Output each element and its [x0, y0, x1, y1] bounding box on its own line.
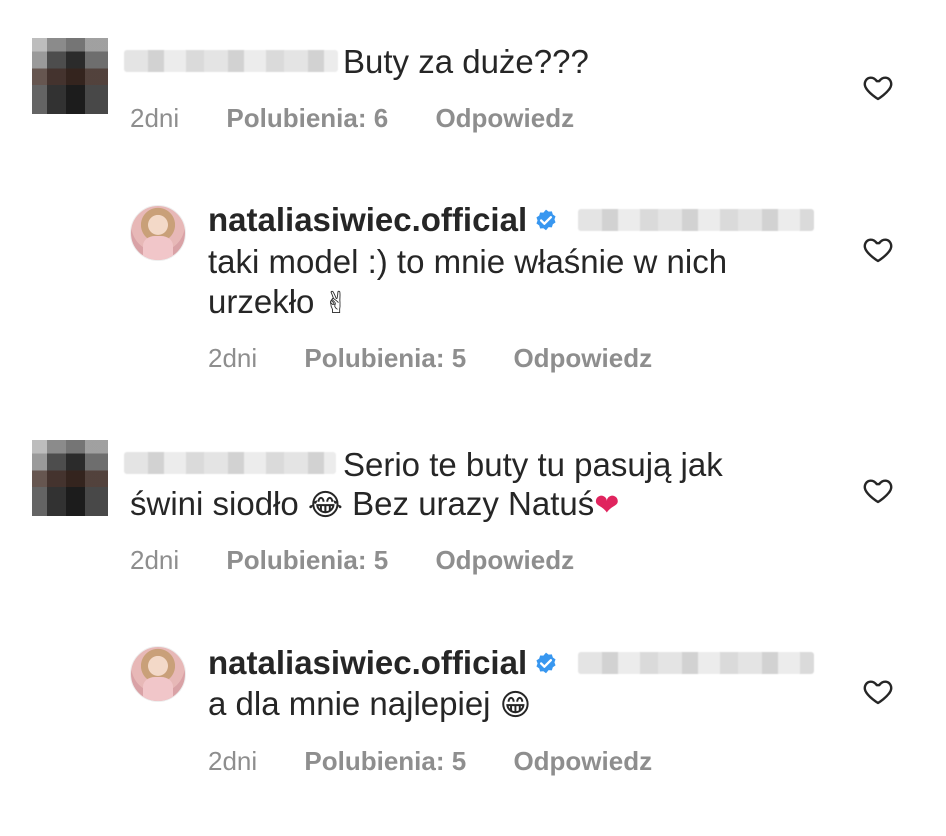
grinning-face-icon: 😁	[499, 688, 531, 723]
comment-text-line-1: taki model :) to mnie właśnie w nich	[208, 243, 728, 280]
avatar[interactable]	[32, 38, 108, 114]
likes-count-link[interactable]: Polubienia: 5	[304, 343, 466, 373]
username-link[interactable]: nataliasiwiec.official	[208, 201, 527, 238]
mention-redacted[interactable]	[578, 652, 814, 674]
comment-text-line-1: Serio te buty tu pasują jak	[343, 446, 723, 483]
username-link[interactable]: nataliasiwiec.official	[208, 644, 527, 681]
comment-header: nataliasiwiec.official	[208, 643, 559, 683]
heart-icon[interactable]	[861, 675, 895, 707]
verified-badge-icon	[536, 652, 556, 674]
reply-button[interactable]: Odpowiedz	[513, 343, 652, 373]
reply-button[interactable]: Odpowiedz	[435, 545, 574, 575]
comment-header: nataliasiwiec.official	[208, 200, 559, 240]
comment-text: Buty za duże???	[343, 43, 589, 80]
likes-count-link[interactable]: Polubienia: 5	[304, 746, 466, 776]
tears-of-joy-icon: 😂	[307, 488, 343, 523]
username-redacted[interactable]	[124, 50, 338, 72]
comment-meta: 2dni Polubienia: 5 Odpowiedz	[208, 343, 692, 374]
username-redacted[interactable]	[124, 452, 336, 474]
avatar[interactable]	[32, 440, 108, 516]
mention-redacted[interactable]	[578, 209, 814, 231]
comment-meta: 2dni Polubienia: 5 Odpowiedz	[130, 545, 614, 576]
reply-button[interactable]: Odpowiedz	[513, 746, 652, 776]
avatar[interactable]	[130, 205, 186, 261]
heart-icon[interactable]	[861, 474, 895, 506]
heart-icon[interactable]	[861, 71, 895, 103]
comment-time: 2dni	[208, 746, 258, 776]
comment-text-line-1: a dla mnie najlepiej 😁	[208, 684, 531, 726]
avatar[interactable]	[130, 646, 186, 702]
comment-text: urzekło	[208, 283, 315, 320]
comment-text: Bez urazy Natuś	[352, 485, 595, 522]
likes-count-link[interactable]: Polubienia: 6	[226, 103, 388, 133]
comment-text: świni siodło	[130, 485, 299, 522]
comment-time: 2dni	[130, 103, 180, 133]
victory-hand-icon: ✌	[323, 286, 349, 321]
red-heart-icon: ❤	[594, 488, 620, 523]
comment-time: 2dni	[130, 545, 180, 575]
comment-meta: 2dni Polubienia: 6 Odpowiedz	[130, 103, 614, 134]
comment-text-line-2: urzekło ✌	[208, 282, 349, 324]
reply-button[interactable]: Odpowiedz	[435, 103, 574, 133]
verified-badge-icon	[536, 209, 556, 231]
heart-icon[interactable]	[861, 233, 895, 265]
comment-text-line-2: świni siodło 😂 Bez urazy Natuś❤	[130, 484, 619, 526]
comment-text: a dla mnie najlepiej	[208, 685, 491, 722]
comment-meta: 2dni Polubienia: 5 Odpowiedz	[208, 746, 692, 777]
likes-count-link[interactable]: Polubienia: 5	[226, 545, 388, 575]
comment-time: 2dni	[208, 343, 258, 373]
